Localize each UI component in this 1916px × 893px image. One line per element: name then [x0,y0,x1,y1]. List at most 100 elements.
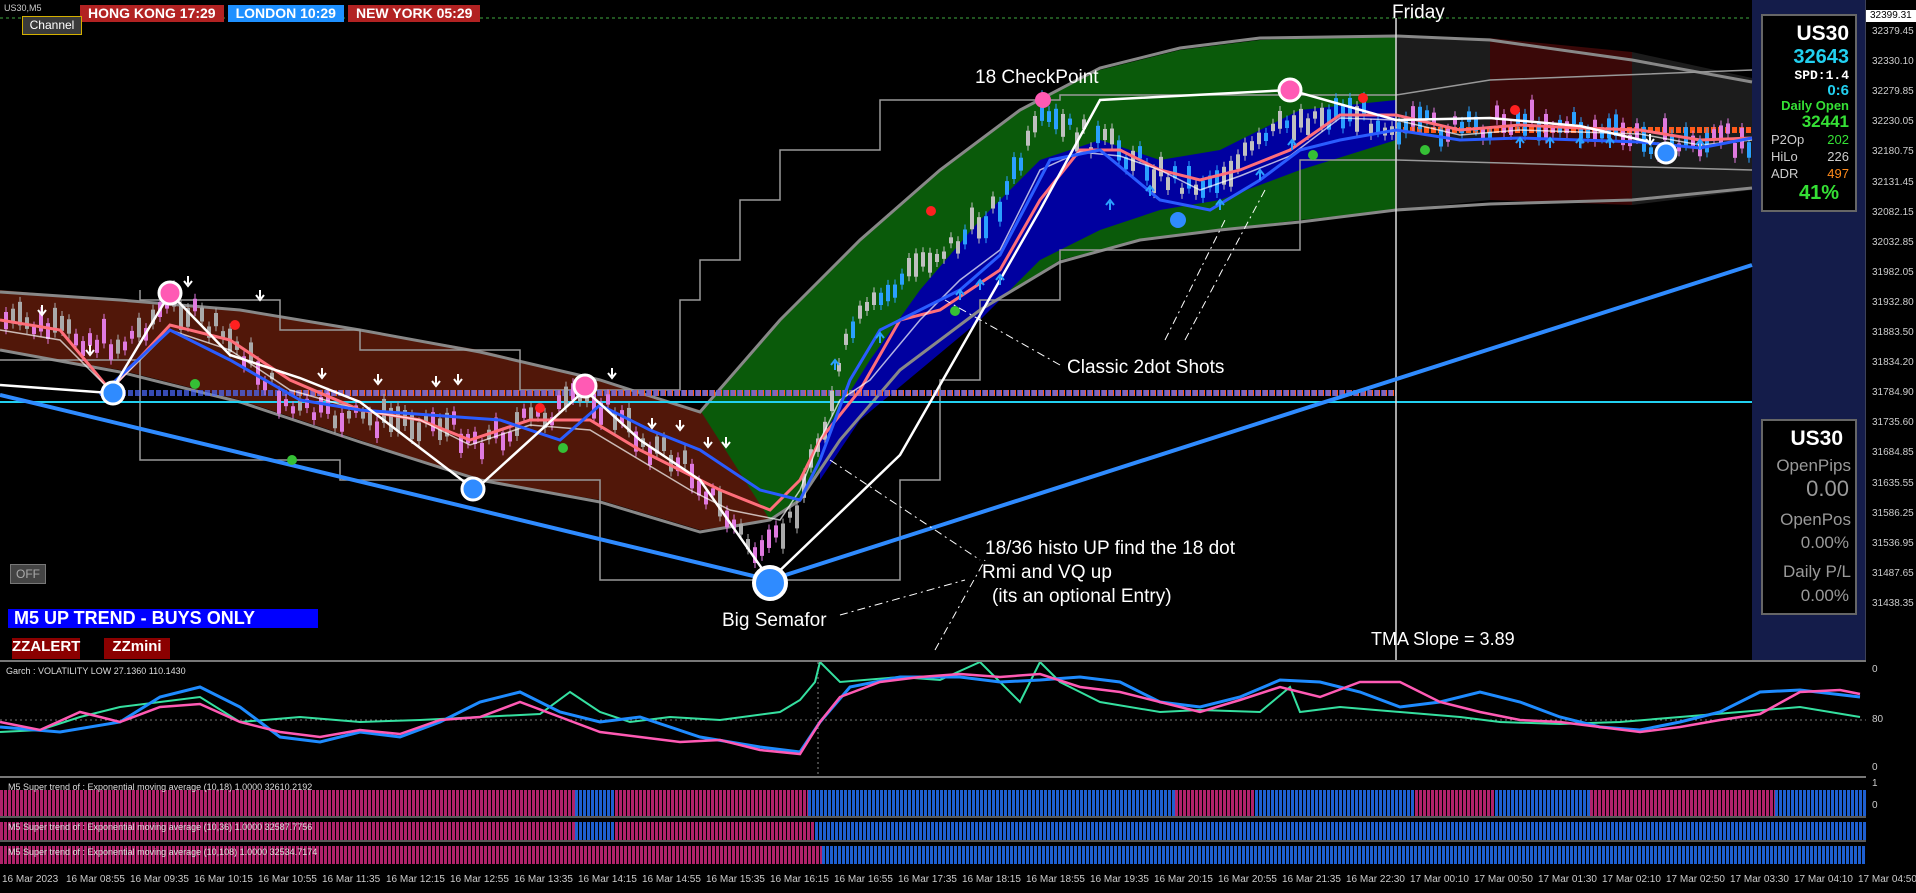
supertrend-bar [974,846,977,864]
candle-body [130,330,134,339]
supertrend-bar [260,790,263,816]
supertrend-bar [831,822,834,840]
zzmini-button[interactable]: ZZmini [104,638,170,659]
supertrend-bar [1028,790,1031,816]
supertrend-bar [460,846,463,864]
time-tick-label: 17 Mar 00:50 [1474,874,1533,885]
price-tick-label: 32032.85 [1872,236,1914,248]
supertrend-bar [212,790,215,816]
supertrend-bar [528,846,531,864]
supertrend-bar [1231,822,1234,840]
supertrend-bar [408,790,411,816]
main-price-chart[interactable] [0,0,1866,660]
supertrend-bar [400,846,403,864]
price-tick-label: 31586.25 [1872,507,1914,519]
supertrend-bar [623,822,626,840]
supertrend-bar [1120,790,1123,816]
supertrend-bar [1410,846,1413,864]
supertrend-bar [819,822,822,840]
supertrend-bar [548,822,551,840]
price-tick-label: 31834.20 [1872,357,1914,369]
supertrend-bar [352,790,355,816]
supertrend-bar [496,846,499,864]
supertrend-bar [324,822,327,840]
supertrend-bar [1710,846,1713,864]
supertrend-bar [1739,822,1742,840]
supertrend-bar [1627,822,1630,840]
supertrend-bar [1483,790,1486,816]
time-axis: 16 Mar 2023 16 Mar 08:55 16 Mar 09:35 16 Ma… [0,870,1916,893]
zzalert-button[interactable]: ZZALERT [12,638,80,659]
supertrend-bar [1088,790,1091,816]
supertrend-bar [1471,790,1474,816]
candle-body [1012,157,1016,180]
supertrend-bar [1254,846,1257,864]
supertrend-bar [1583,790,1586,816]
supertrend-bar [1079,822,1082,840]
supertrend-bar [896,790,899,816]
supertrend-bar [1199,822,1202,840]
supertrend-bar [1606,846,1609,864]
supertrend-bar [952,790,955,816]
supertrend-bar [1590,846,1593,864]
candle-body [1299,108,1303,128]
supertrend-bar [728,846,731,864]
candle-body [942,251,946,259]
supertrend-bar [1096,790,1099,816]
supertrend-bar [643,822,646,840]
supertrend-bar [635,822,638,840]
supertrend-bar [700,846,703,864]
supertrend-bar [1235,790,1238,816]
candle-body [109,344,113,360]
supertrend-bar [792,846,795,864]
supertrend-bar [816,790,819,816]
supertrend-bar [1775,822,1778,840]
channel-button[interactable]: Channel [22,16,82,35]
supertrend-bar [4,822,7,840]
supertrend-bar [1590,790,1593,816]
supertrend-bar [468,790,471,816]
supertrend-bar [727,822,730,840]
supertrend-bar [268,790,271,816]
candle-body [214,312,218,327]
supertrend-bar [1550,846,1553,864]
supertrend-bar [1754,846,1757,864]
supertrend-bar [763,822,766,840]
off-button[interactable]: OFF [10,564,46,584]
supertrend-bar [532,790,535,816]
supertrend-bar [108,790,111,816]
garch-subwindow[interactable] [0,662,1866,776]
supertrend-bar [1303,822,1306,840]
supertrend-bar [376,822,379,840]
supertrend-bar [504,822,507,840]
supertrend-bar [456,846,459,864]
supertrend-bar [696,846,699,864]
supertrend-bar [1056,790,1059,816]
garch-blue-line [0,675,1861,754]
supertrend-bar [978,846,981,864]
supertrend-bar [1567,822,1570,840]
supertrend-bar [1187,790,1190,816]
supertrend-bar [1795,822,1798,840]
supertrend-bar [1179,790,1182,816]
supertrend-bar [1678,790,1681,816]
candle-body [1292,115,1296,141]
supertrend-bar [864,790,867,816]
semafor-low-4 [1170,212,1186,228]
supertrend-bar [1442,846,1445,864]
supertrend-bar [1399,822,1402,840]
supertrend-bar [767,790,770,816]
supertrend-bar [1051,822,1054,840]
sell-arrow-icon [255,290,265,302]
supertrend-bar [1546,846,1549,864]
supertrend-bar [24,790,27,816]
supertrend-bar [328,790,331,816]
supertrend-bar [348,790,351,816]
supertrend-bar [695,822,698,840]
supertrend-bar [112,790,115,816]
supertrend-bar [1803,822,1806,840]
candle-body [956,241,960,254]
candle-body [74,333,78,346]
supertrend-bar [1699,822,1702,840]
supertrend-bar [296,790,299,816]
